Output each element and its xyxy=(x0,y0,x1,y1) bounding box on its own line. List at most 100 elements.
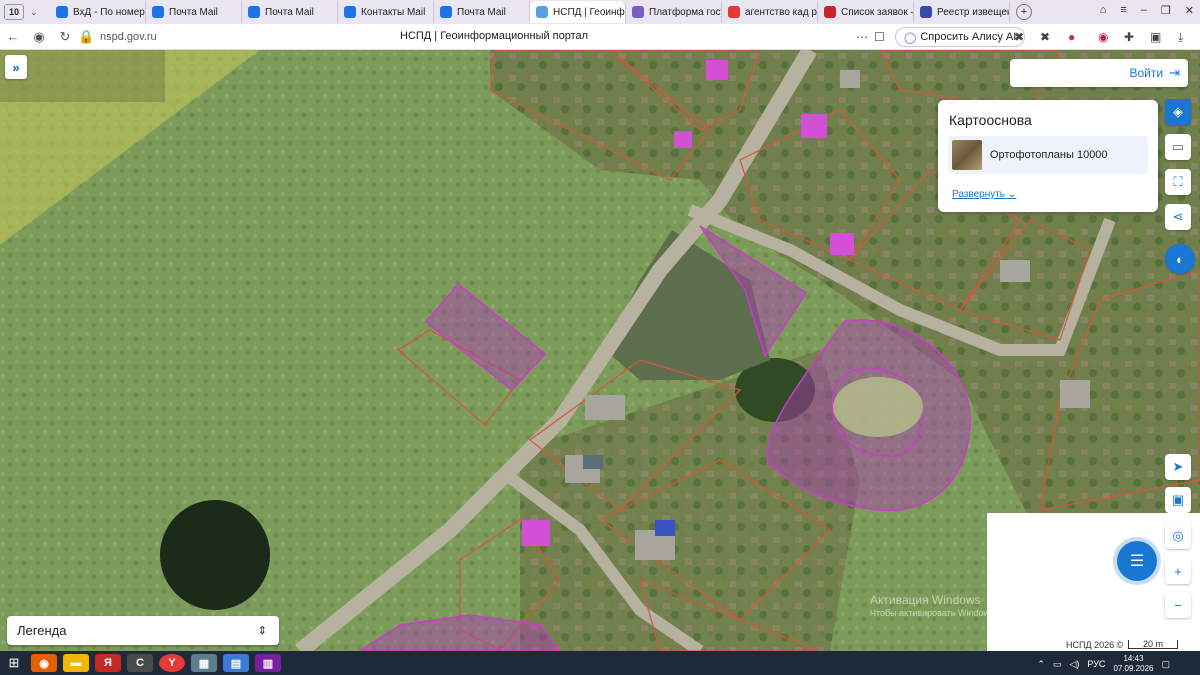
notification-icon[interactable]: ▢ xyxy=(1161,659,1170,670)
ruler-tool-button[interactable]: ▭ xyxy=(1165,134,1191,160)
language-indicator[interactable]: РУС xyxy=(1087,659,1105,669)
zoom-out-button[interactable]: − xyxy=(1165,592,1191,618)
share-button[interactable]: ⋖ xyxy=(1165,204,1191,230)
minus-icon: − xyxy=(1174,597,1182,613)
extension-icon[interactable]: ● xyxy=(1068,30,1075,44)
close-icon[interactable]: ✕ xyxy=(1185,4,1194,17)
tab-favicon-icon xyxy=(248,6,260,18)
basemap-layer-label: Ортофотопланы 10000 xyxy=(990,149,1108,161)
updown-chevron-icon: ⇕ xyxy=(257,625,267,637)
extension-icon[interactable]: ✖ xyxy=(1040,30,1050,44)
windows-activation-title: Активация Windows xyxy=(870,593,981,607)
bookmark-page-icon[interactable]: ☐ xyxy=(874,30,885,44)
tab-requests[interactable]: Список заявок — xyxy=(818,1,914,23)
browser-tab-bar: 10 ⌄ ВхД - По номеру Почта Mail Почта Ma… xyxy=(0,0,1200,24)
navigation-arrow-icon: ➤ xyxy=(1172,459,1184,474)
chevron-down-icon: ⌄ xyxy=(1007,189,1017,200)
firefox-icon[interactable]: ◉ xyxy=(31,654,57,672)
expand-sidebar-button[interactable]: » xyxy=(5,55,27,79)
share-icon: ⋖ xyxy=(1172,209,1184,224)
chevron-up-icon[interactable]: ⌃ xyxy=(1037,659,1045,670)
network-icon[interactable]: ▭ xyxy=(1053,659,1062,670)
app-icon[interactable]: ▦ xyxy=(191,654,217,672)
tab-favicon-icon xyxy=(536,6,548,18)
basemap-expand-link[interactable]: Развернуть ⌄ xyxy=(952,189,1016,200)
reload-icon[interactable]: ↻ xyxy=(52,29,78,45)
tab-gosuslugi[interactable]: Платформа госуд xyxy=(626,1,722,23)
address-bar: ← ◉ ↻ 🔒 nspd.gov.ru НСПД | Геоинформацио… xyxy=(0,24,1200,50)
chat-button[interactable]: ☰ xyxy=(1117,541,1157,581)
assistant-button[interactable]: ◐ xyxy=(1165,244,1195,274)
tab-favicon-icon xyxy=(824,6,836,18)
basemap-layer-item[interactable]: Ортофотопланы 10000 xyxy=(948,136,1148,174)
tab-contacts[interactable]: Контакты Mail xyxy=(338,1,434,23)
file-explorer-icon[interactable]: ▬ xyxy=(63,654,89,672)
layers-tool-button[interactable]: ◈ xyxy=(1165,99,1191,125)
tab-mail-1[interactable]: Почта Mail xyxy=(146,1,242,23)
menu-icon[interactable]: ≡ xyxy=(1120,4,1126,17)
zoom-in-button[interactable]: + xyxy=(1165,558,1191,584)
login-arrow-icon: ⇥ xyxy=(1169,65,1180,80)
volume-icon[interactable]: ◁) xyxy=(1069,659,1079,670)
bookmark-icon[interactable]: ⌂ xyxy=(1100,4,1107,17)
select-area-button[interactable]: ⛶ xyxy=(1165,169,1191,195)
tab-nspd[interactable]: НСПД | Геоинф✕ xyxy=(530,1,626,23)
navigate-button[interactable]: ➤ xyxy=(1165,454,1191,480)
page-title: НСПД | Геоинформационный портал xyxy=(400,30,589,42)
shield-icon[interactable]: ◉ xyxy=(26,29,52,45)
tab-favicon-icon xyxy=(728,6,740,18)
assistant-icon: ◐ xyxy=(1176,251,1184,267)
lock-icon[interactable]: 🔒 xyxy=(78,29,94,45)
minimap-icon: ▣ xyxy=(1171,492,1185,507)
basemap-panel: Картооснова Ортофотопланы 10000 Разверну… xyxy=(938,100,1158,212)
ruler-icon: ▭ xyxy=(1171,139,1185,154)
scale-bar: 20 m xyxy=(1128,640,1178,649)
app-icon[interactable]: ▤ xyxy=(223,654,249,672)
tab-agency[interactable]: агентство кад раб xyxy=(722,1,818,23)
map-attribution: НСПД 2026 © xyxy=(1066,640,1124,650)
plus-icon: + xyxy=(1174,563,1182,579)
ask-alice-button[interactable]: ◯ Спросить Алису AI xyxy=(895,27,1026,47)
legend-dropdown[interactable]: Легенда ⇕ xyxy=(7,616,279,645)
app-icon[interactable]: C xyxy=(127,654,153,672)
basemap-thumbnail xyxy=(952,140,982,170)
taskbar: ⊞ ◉ ▬ Я C Y ▦ ▤ ▥ ⌃ ▭ ◁) РУС 14:43 07.09… xyxy=(0,651,1200,675)
windows-activation-text: Чтобы активировать Windows, перейдите в … xyxy=(870,608,1142,618)
restore-icon[interactable]: ❐ xyxy=(1161,4,1171,17)
chat-icon: ☰ xyxy=(1129,553,1145,570)
yandex-browser-icon[interactable]: Y xyxy=(159,654,185,672)
extension-icon[interactable]: ◉ xyxy=(1098,30,1108,44)
download-icon[interactable]: ⤓ xyxy=(1178,30,1183,45)
tab-registry[interactable]: Реестр извещени xyxy=(914,1,1010,23)
tab-favicon-icon xyxy=(152,6,164,18)
extension-icon[interactable]: ▣ xyxy=(1150,30,1161,44)
tab-favicon-icon xyxy=(920,6,932,18)
windows-start-icon[interactable]: ⊞ xyxy=(0,655,28,671)
minimap-button[interactable]: ▣ xyxy=(1165,487,1191,513)
tab-vhd[interactable]: ВхД - По номеру xyxy=(50,1,146,23)
tab-favicon-icon xyxy=(344,6,356,18)
url-field[interactable]: nspd.gov.ru xyxy=(100,31,157,43)
more-icon[interactable]: ⋯ xyxy=(856,30,868,44)
select-area-icon: ⛶ xyxy=(1173,174,1183,189)
new-tab-button[interactable]: + xyxy=(1016,4,1032,20)
layers-icon: ◈ xyxy=(1173,104,1183,119)
tab-mail-2[interactable]: Почта Mail xyxy=(242,1,338,23)
tabs-dropdown-icon[interactable]: ⌄ xyxy=(30,7,44,18)
clock[interactable]: 14:43 07.09.2026 xyxy=(1113,654,1153,674)
tab-favicon-icon xyxy=(56,6,68,18)
yandex-icon[interactable]: Я xyxy=(95,654,121,672)
locate-button[interactable]: ◎ xyxy=(1165,523,1191,549)
puzzle-icon[interactable]: ✚ xyxy=(1124,30,1134,44)
back-arrow-icon[interactable]: ← xyxy=(0,29,26,44)
tab-mail-3[interactable]: Почта Mail xyxy=(434,1,530,23)
tab-count-button[interactable]: 10 xyxy=(4,4,24,20)
app-icon[interactable]: ▥ xyxy=(255,654,281,672)
login-button[interactable]: Войти ⇥ xyxy=(1010,59,1188,87)
extension-icon[interactable]: ✖ xyxy=(1014,30,1024,44)
alice-icon: ◯ xyxy=(904,31,917,44)
minimize-icon[interactable]: – xyxy=(1141,4,1147,17)
system-tray: ⌃ ▭ ◁) РУС 14:43 07.09.2026 ▢ xyxy=(1037,654,1170,674)
window-controls: ⌂ ≡ – ❐ ✕ xyxy=(1100,4,1194,17)
tab-favicon-icon xyxy=(440,6,452,18)
